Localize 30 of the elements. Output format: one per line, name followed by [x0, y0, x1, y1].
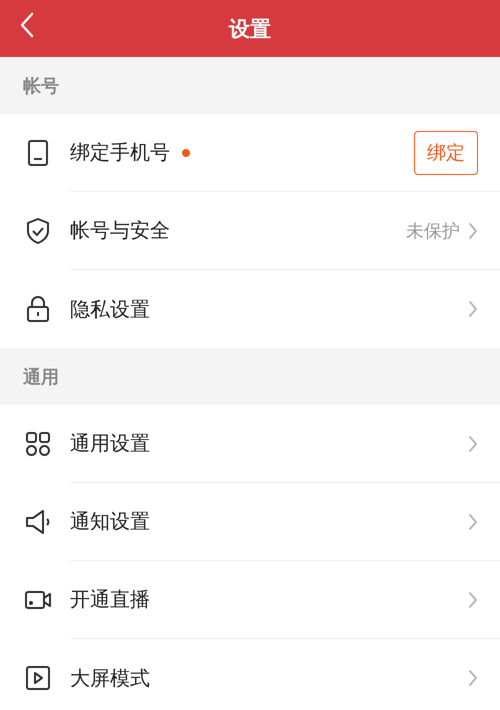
page-title: 设置	[229, 16, 271, 42]
settings-row[interactable]: 隐私设置	[0, 270, 500, 348]
chevron-right-icon	[468, 590, 478, 608]
settings-row[interactable]: 开通直播	[0, 561, 500, 639]
row-label: 大屏模式	[70, 664, 150, 692]
chevron-right-icon	[468, 669, 478, 687]
row-label: 开通直播	[70, 586, 150, 613]
grid-icon	[24, 430, 52, 458]
section-title: 帐号	[23, 74, 59, 98]
settings-row[interactable]: 绑定手机号 绑定	[0, 114, 500, 192]
chevron-right-icon	[468, 512, 478, 530]
lock-icon	[24, 295, 52, 323]
row-label: 帐号与安全	[70, 217, 170, 244]
play-icon	[24, 664, 52, 692]
settings-row[interactable]: 通知设置	[0, 483, 500, 561]
row-label: 通知设置	[70, 508, 150, 535]
settings-row[interactable]: 大屏模式	[0, 639, 500, 710]
chevron-right-icon	[468, 434, 478, 452]
settings-row[interactable]: 帐号与安全 未保护	[0, 192, 500, 270]
chevron-right-icon	[468, 222, 478, 240]
row-label: 隐私设置	[70, 296, 150, 322]
speaker-icon	[24, 508, 52, 536]
settings-row[interactable]: 通用设置	[0, 405, 500, 483]
back-icon	[20, 12, 34, 38]
shield-icon	[24, 217, 52, 245]
section-title: 通用	[23, 366, 59, 388]
row-label: 绑定手机号	[70, 139, 170, 166]
row-label: 通用设置	[70, 430, 150, 457]
chevron-right-icon	[468, 300, 478, 318]
row-value: 未保护	[406, 220, 460, 242]
